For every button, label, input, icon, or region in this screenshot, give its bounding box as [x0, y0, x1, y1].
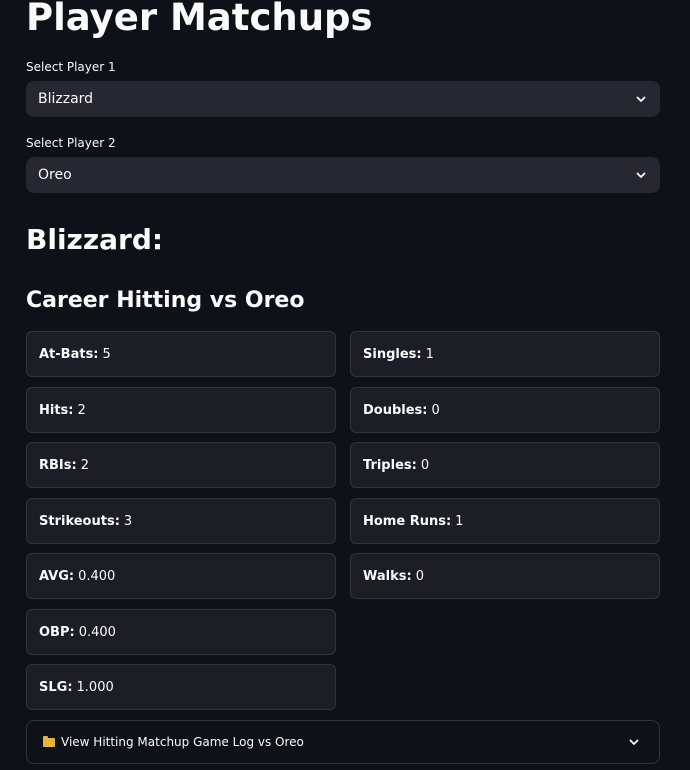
- stat-home-runs: Home Runs: 1: [350, 498, 660, 544]
- stat-rbis: RBIs: 2: [26, 442, 336, 488]
- player2-select-value: Oreo: [38, 167, 72, 183]
- stat-value: 0.400: [78, 568, 116, 584]
- stat-label: OBP:: [39, 624, 75, 640]
- stat-value: 2: [80, 457, 89, 473]
- stat-label: Triples:: [363, 457, 417, 473]
- stat-at-bats: At-Bats: 5: [26, 331, 336, 377]
- stat-label: Walks:: [363, 568, 412, 584]
- stat-value: 0.400: [78, 624, 116, 640]
- player2-select[interactable]: Oreo: [26, 157, 660, 193]
- stat-label: Strikeouts:: [39, 513, 120, 529]
- stat-hits: Hits: 2: [26, 387, 336, 433]
- stat-label: Singles:: [363, 346, 422, 362]
- expander-header: View Hitting Matchup Game Log vs Oreo: [43, 735, 304, 749]
- player1-select-label: Select Player 1: [26, 60, 116, 74]
- stat-value: 0: [420, 457, 430, 473]
- stat-singles: Singles: 1: [350, 331, 660, 377]
- chevron-down-icon: [634, 92, 648, 106]
- stat-label: AVG:: [39, 568, 75, 584]
- stat-value: 1: [425, 346, 434, 362]
- stat-label: Hits:: [39, 402, 74, 418]
- player1-select[interactable]: Blizzard: [26, 81, 660, 117]
- stat-triples: Triples: 0: [350, 442, 660, 488]
- stat-obp: OBP: 0.400: [26, 609, 336, 655]
- section-heading: Career Hitting vs Oreo: [26, 288, 305, 313]
- stat-label: At-Bats:: [39, 346, 99, 362]
- stat-avg: AVG: 0.400: [26, 553, 336, 599]
- stat-strikeouts: Strikeouts: 3: [26, 498, 336, 544]
- player1-select-value: Blizzard: [38, 91, 94, 107]
- stat-value: 1.000: [76, 679, 114, 695]
- stat-value: 2: [77, 402, 86, 418]
- stat-label: Home Runs:: [363, 513, 452, 529]
- stat-value: 3: [123, 513, 133, 529]
- stat-walks: Walks: 0: [350, 553, 660, 599]
- stat-value: 0: [431, 402, 440, 418]
- stat-value: 5: [102, 346, 111, 362]
- chevron-down-icon: [634, 168, 648, 182]
- page: Player Matchups Select Player 1 Blizzard…: [0, 0, 690, 770]
- stat-label: RBIs:: [39, 457, 77, 473]
- stat-slg: SLG: 1.000: [26, 664, 336, 710]
- stat-label: SLG:: [39, 679, 73, 695]
- folder-icon: [43, 736, 55, 747]
- stat-value: 0: [415, 568, 424, 584]
- player2-select-label: Select Player 2: [26, 136, 116, 150]
- player-heading: Blizzard:: [26, 223, 164, 256]
- stat-doubles: Doubles: 0: [350, 387, 660, 433]
- stat-label: Doubles:: [363, 402, 428, 418]
- stat-value: 1: [455, 513, 464, 529]
- chevron-down-icon: [627, 735, 641, 749]
- page-title: Player Matchups: [26, 0, 373, 39]
- expander-label: View Hitting Matchup Game Log vs Oreo: [61, 735, 304, 749]
- game-log-expander[interactable]: View Hitting Matchup Game Log vs Oreo: [26, 720, 660, 764]
